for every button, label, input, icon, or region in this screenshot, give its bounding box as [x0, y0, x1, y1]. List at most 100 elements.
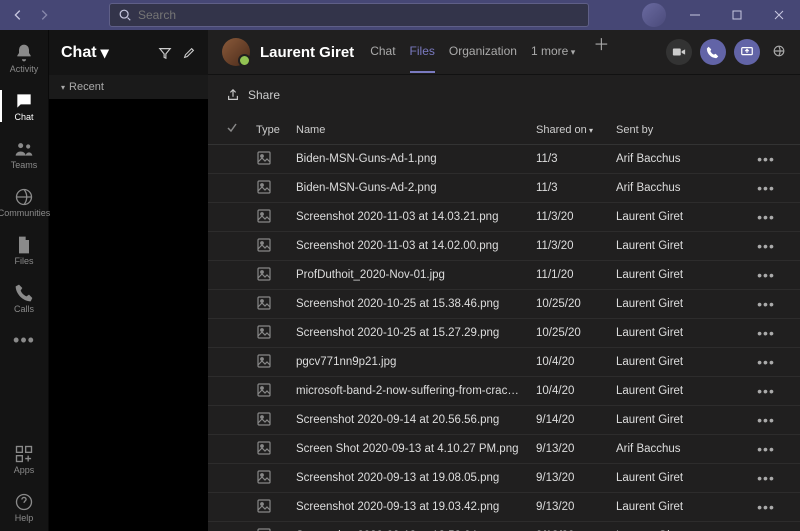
rail-item-calls[interactable]: Calls — [0, 274, 48, 322]
row-more-button[interactable]: ••• — [746, 441, 786, 457]
rail-item-apps[interactable]: Apps — [0, 435, 48, 483]
table-row[interactable]: Screenshot 2020-09-13 at 18.52.04.png9/1… — [208, 522, 800, 531]
window-maximize-button[interactable] — [716, 0, 758, 30]
tab-files[interactable]: Files — [410, 31, 435, 73]
rail-label: Files — [14, 256, 33, 266]
chat-list-heading[interactable]: Chat — [61, 44, 97, 62]
image-file-icon — [256, 150, 272, 166]
files-table: Type Name Shared on Sent by Biden-MSN-Gu… — [208, 115, 800, 531]
files-toolbar: Share — [208, 75, 800, 115]
table-row[interactable]: Biden-MSN-Guns-Ad-2.png11/3Arif Bacchus•… — [208, 174, 800, 203]
row-more-button[interactable]: ••• — [746, 238, 786, 254]
col-type[interactable]: Type — [256, 124, 296, 136]
row-more-button[interactable]: ••• — [746, 354, 786, 370]
file-name-cell[interactable]: Screenshot 2020-10-25 at 15.38.46.png — [296, 298, 536, 310]
chat-avatar[interactable] — [222, 38, 250, 66]
file-type-cell — [256, 527, 296, 531]
file-name-cell[interactable]: ProfDuthoit_2020-Nov-01.jpg — [296, 269, 536, 281]
sent-by-cell: Laurent Giret — [616, 472, 746, 484]
row-more-button[interactable]: ••• — [746, 412, 786, 428]
table-row[interactable]: Screenshot 2020-10-25 at 15.38.46.png10/… — [208, 290, 800, 319]
table-row[interactable]: Screenshot 2020-09-14 at 20.56.56.png9/1… — [208, 406, 800, 435]
file-name-cell[interactable]: Screenshot 2020-11-03 at 14.02.00.png — [296, 240, 536, 252]
row-more-button[interactable]: ••• — [746, 180, 786, 196]
col-sent-by[interactable]: Sent by — [616, 124, 746, 136]
col-name[interactable]: Name — [296, 124, 536, 136]
file-name-cell[interactable]: Screenshot 2020-09-13 at 19.08.05.png — [296, 472, 536, 484]
rail-label: Activity — [10, 64, 39, 74]
rail-item-files[interactable]: Files — [0, 226, 48, 274]
table-row[interactable]: Screenshot 2020-10-25 at 15.27.29.png10/… — [208, 319, 800, 348]
table-row[interactable]: Screenshot 2020-09-13 at 19.03.42.png9/1… — [208, 493, 800, 522]
row-more-button[interactable]: ••• — [746, 296, 786, 312]
user-avatar[interactable] — [642, 3, 666, 27]
compose-icon[interactable] — [182, 46, 196, 60]
shared-on-cell: 11/3/20 — [536, 240, 616, 252]
row-more-button[interactable]: ••• — [746, 267, 786, 283]
file-name-cell[interactable]: pgcv771nn9p21.jpg — [296, 356, 536, 368]
file-name-cell[interactable]: Screenshot 2020-10-25 at 15.27.29.png — [296, 327, 536, 339]
screen-share-button[interactable] — [734, 39, 760, 65]
app-rail: Activity Chat Teams Communities Files Ca… — [0, 30, 48, 531]
table-row[interactable]: Screenshot 2020-11-03 at 14.02.00.png11/… — [208, 232, 800, 261]
table-row[interactable]: Screenshot 2020-11-03 at 14.03.21.png11/… — [208, 203, 800, 232]
tab-more[interactable]: 1 more — [531, 31, 575, 73]
table-row[interactable]: Screenshot 2020-09-13 at 19.08.05.png9/1… — [208, 464, 800, 493]
chevron-down-icon: ▾ — [101, 43, 109, 63]
caret-icon: ▾ — [61, 83, 65, 92]
row-more-button[interactable]: ••• — [746, 325, 786, 341]
table-row[interactable]: microsoft-band-2-now-suffering-from-crac… — [208, 377, 800, 406]
search-box[interactable] — [109, 3, 589, 27]
col-shared-on[interactable]: Shared on — [536, 124, 616, 136]
sent-by-cell: Laurent Giret — [616, 298, 746, 310]
row-more-button[interactable]: ••• — [746, 151, 786, 167]
file-name-cell[interactable]: microsoft-band-2-now-suffering-from-crac… — [296, 385, 536, 397]
rail-item-communities[interactable]: Communities — [0, 178, 48, 226]
tab-organization[interactable]: Organization — [449, 31, 517, 73]
rail-overflow-button[interactable]: ••• — [13, 322, 35, 359]
sent-by-cell: Laurent Giret — [616, 211, 746, 223]
audio-call-button[interactable] — [700, 39, 726, 65]
table-row[interactable]: pgcv771nn9p21.jpg10/4/20Laurent Giret••• — [208, 348, 800, 377]
file-name-cell[interactable]: Biden-MSN-Guns-Ad-1.png — [296, 153, 536, 165]
file-type-cell — [256, 237, 296, 256]
rail-item-activity[interactable]: Activity — [0, 34, 48, 82]
rail-item-help[interactable]: Help — [0, 483, 48, 531]
image-file-icon — [256, 382, 272, 398]
rail-item-chat[interactable]: Chat — [0, 82, 48, 130]
filter-icon[interactable] — [158, 46, 172, 60]
window-close-button[interactable] — [758, 0, 800, 30]
nav-back-button[interactable] — [6, 3, 30, 27]
row-more-button[interactable]: ••• — [746, 209, 786, 225]
file-name-cell[interactable]: Biden-MSN-Guns-Ad-2.png — [296, 182, 536, 194]
row-more-button[interactable]: ••• — [746, 383, 786, 399]
row-more-button[interactable]: ••• — [746, 499, 786, 515]
table-row[interactable]: Biden-MSN-Guns-Ad-1.png11/3Arif Bacchus•… — [208, 145, 800, 174]
rail-label: Help — [15, 513, 34, 523]
chat-section-recent[interactable]: ▾ Recent — [49, 75, 208, 99]
search-input[interactable] — [138, 8, 580, 22]
file-type-cell — [256, 179, 296, 198]
file-type-cell — [256, 353, 296, 372]
apps-icon — [14, 444, 34, 464]
table-row[interactable]: Screen Shot 2020-09-13 at 4.10.27 PM.png… — [208, 435, 800, 464]
chat-icon — [14, 91, 34, 111]
popout-button[interactable] — [772, 44, 786, 61]
shared-on-cell: 9/13/20 — [536, 472, 616, 484]
file-name-cell[interactable]: Screen Shot 2020-09-13 at 4.10.27 PM.png — [296, 443, 536, 455]
file-name-cell[interactable]: Screenshot 2020-09-13 at 19.03.42.png — [296, 501, 536, 513]
image-file-icon — [256, 266, 272, 282]
row-more-button[interactable]: ••• — [746, 470, 786, 486]
share-screen-icon — [740, 45, 754, 59]
file-name-cell[interactable]: Screenshot 2020-09-14 at 20.56.56.png — [296, 414, 536, 426]
table-row[interactable]: ProfDuthoit_2020-Nov-01.jpg11/1/20Lauren… — [208, 261, 800, 290]
video-call-button[interactable] — [666, 39, 692, 65]
add-tab-button[interactable]: ＋ — [593, 31, 609, 73]
tab-chat[interactable]: Chat — [370, 31, 395, 73]
nav-forward-button[interactable] — [32, 3, 56, 27]
share-button[interactable]: Share — [248, 88, 280, 102]
select-all-checkbox[interactable] — [226, 122, 256, 137]
rail-item-teams[interactable]: Teams — [0, 130, 48, 178]
window-minimize-button[interactable] — [674, 0, 716, 30]
file-name-cell[interactable]: Screenshot 2020-11-03 at 14.03.21.png — [296, 211, 536, 223]
